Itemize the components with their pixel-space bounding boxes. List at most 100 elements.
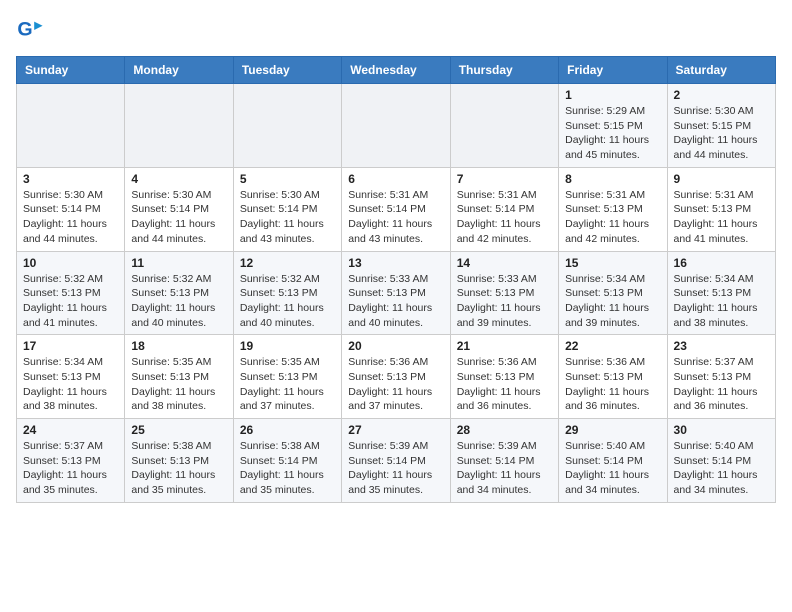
calendar-cell — [450, 84, 558, 168]
day-number: 15 — [565, 256, 660, 270]
day-info: Sunrise: 5:30 AM Sunset: 5:15 PM Dayligh… — [674, 104, 769, 163]
day-info: Sunrise: 5:29 AM Sunset: 5:15 PM Dayligh… — [565, 104, 660, 163]
calendar-cell: 21 Sunrise: 5:36 AM Sunset: 5:13 PM Dayli… — [450, 335, 558, 419]
calendar-cell: 26 Sunrise: 5:38 AM Sunset: 5:14 PM Dayli… — [233, 419, 341, 503]
calendar-cell: 25 Sunrise: 5:38 AM Sunset: 5:13 PM Dayli… — [125, 419, 233, 503]
calendar-cell: 22 Sunrise: 5:36 AM Sunset: 5:13 PM Dayli… — [559, 335, 667, 419]
calendar-cell: 30 Sunrise: 5:40 AM Sunset: 5:14 PM Dayli… — [667, 419, 775, 503]
day-number: 2 — [674, 88, 769, 102]
day-info: Sunrise: 5:33 AM Sunset: 5:13 PM Dayligh… — [457, 272, 552, 331]
calendar-cell — [17, 84, 125, 168]
calendar-cell: 3Sunrise: 5:30 AM Sunset: 5:14 PM Daylig… — [17, 167, 125, 251]
day-info: Sunrise: 5:39 AM Sunset: 5:14 PM Dayligh… — [457, 439, 552, 498]
calendar-cell: 28 Sunrise: 5:39 AM Sunset: 5:14 PM Dayli… — [450, 419, 558, 503]
day-info: Sunrise: 5:39 AM Sunset: 5:14 PM Dayligh… — [348, 439, 443, 498]
day-number: 28 — [457, 423, 552, 437]
week-row-2: 3Sunrise: 5:30 AM Sunset: 5:14 PM Daylig… — [17, 167, 776, 251]
day-number: 25 — [131, 423, 226, 437]
calendar-cell: 10 Sunrise: 5:32 AM Sunset: 5:13 PM Dayli… — [17, 251, 125, 335]
calendar-cell: 16Sunrise: 5:34 AM Sunset: 5:13 PM Dayli… — [667, 251, 775, 335]
day-number: 10 — [23, 256, 118, 270]
week-row-5: 24 Sunrise: 5:37 AM Sunset: 5:13 PM Dayli… — [17, 419, 776, 503]
calendar-cell: 9 Sunrise: 5:31 AM Sunset: 5:13 PM Daylig… — [667, 167, 775, 251]
calendar-cell: 5Sunrise: 5:30 AM Sunset: 5:14 PM Daylig… — [233, 167, 341, 251]
day-info: Sunrise: 5:40 AM Sunset: 5:14 PM Dayligh… — [565, 439, 660, 498]
logo: G — [16, 16, 48, 44]
calendar-cell — [233, 84, 341, 168]
day-number: 5 — [240, 172, 335, 186]
day-number: 4 — [131, 172, 226, 186]
day-number: 26 — [240, 423, 335, 437]
day-number: 30 — [674, 423, 769, 437]
day-info: Sunrise: 5:33 AM Sunset: 5:13 PM Dayligh… — [348, 272, 443, 331]
day-number: 29 — [565, 423, 660, 437]
calendar-cell: 12 Sunrise: 5:32 AM Sunset: 5:13 PM Dayli… — [233, 251, 341, 335]
calendar-cell: 14 Sunrise: 5:33 AM Sunset: 5:13 PM Dayli… — [450, 251, 558, 335]
week-row-4: 17Sunrise: 5:34 AM Sunset: 5:13 PM Dayli… — [17, 335, 776, 419]
day-number: 24 — [23, 423, 118, 437]
day-info: Sunrise: 5:34 AM Sunset: 5:13 PM Dayligh… — [23, 355, 118, 414]
day-header-wednesday: Wednesday — [342, 57, 450, 84]
day-info: Sunrise: 5:30 AM Sunset: 5:14 PM Dayligh… — [131, 188, 226, 247]
calendar-cell: 20 Sunrise: 5:36 AM Sunset: 5:13 PM Dayli… — [342, 335, 450, 419]
day-info: Sunrise: 5:36 AM Sunset: 5:13 PM Dayligh… — [565, 355, 660, 414]
calendar-cell: 1 Sunrise: 5:29 AM Sunset: 5:15 PM Daylig… — [559, 84, 667, 168]
logo-icon: G — [16, 16, 44, 44]
day-number: 12 — [240, 256, 335, 270]
day-number: 19 — [240, 339, 335, 353]
day-header-monday: Monday — [125, 57, 233, 84]
day-info: Sunrise: 5:35 AM Sunset: 5:13 PM Dayligh… — [131, 355, 226, 414]
day-number: 7 — [457, 172, 552, 186]
day-info: Sunrise: 5:37 AM Sunset: 5:13 PM Dayligh… — [23, 439, 118, 498]
day-number: 18 — [131, 339, 226, 353]
calendar-cell: 15 Sunrise: 5:34 AM Sunset: 5:13 PM Dayli… — [559, 251, 667, 335]
day-info: Sunrise: 5:34 AM Sunset: 5:13 PM Dayligh… — [565, 272, 660, 331]
day-number: 1 — [565, 88, 660, 102]
calendar-cell: 23Sunrise: 5:37 AM Sunset: 5:13 PM Dayli… — [667, 335, 775, 419]
calendar-cell: 11Sunrise: 5:32 AM Sunset: 5:13 PM Dayli… — [125, 251, 233, 335]
calendar-cell: 7 Sunrise: 5:31 AM Sunset: 5:14 PM Daylig… — [450, 167, 558, 251]
day-info: Sunrise: 5:38 AM Sunset: 5:13 PM Dayligh… — [131, 439, 226, 498]
svg-text:G: G — [17, 19, 32, 41]
day-number: 8 — [565, 172, 660, 186]
day-info: Sunrise: 5:31 AM Sunset: 5:13 PM Dayligh… — [565, 188, 660, 247]
calendar-cell: 4 Sunrise: 5:30 AM Sunset: 5:14 PM Daylig… — [125, 167, 233, 251]
week-row-1: 1 Sunrise: 5:29 AM Sunset: 5:15 PM Daylig… — [17, 84, 776, 168]
day-info: Sunrise: 5:34 AM Sunset: 5:13 PM Dayligh… — [674, 272, 769, 331]
day-info: Sunrise: 5:36 AM Sunset: 5:13 PM Dayligh… — [348, 355, 443, 414]
calendar-cell — [125, 84, 233, 168]
day-header-saturday: Saturday — [667, 57, 775, 84]
day-number: 21 — [457, 339, 552, 353]
day-header-sunday: Sunday — [17, 57, 125, 84]
day-info: Sunrise: 5:31 AM Sunset: 5:14 PM Dayligh… — [348, 188, 443, 247]
day-number: 27 — [348, 423, 443, 437]
day-number: 22 — [565, 339, 660, 353]
calendar-cell: 6 Sunrise: 5:31 AM Sunset: 5:14 PM Daylig… — [342, 167, 450, 251]
calendar-cell — [342, 84, 450, 168]
calendar-cell: 2 Sunrise: 5:30 AM Sunset: 5:15 PM Daylig… — [667, 84, 775, 168]
day-number: 9 — [674, 172, 769, 186]
calendar-cell: 18 Sunrise: 5:35 AM Sunset: 5:13 PM Dayli… — [125, 335, 233, 419]
day-number: 23 — [674, 339, 769, 353]
day-number: 20 — [348, 339, 443, 353]
day-info: Sunrise: 5:36 AM Sunset: 5:13 PM Dayligh… — [457, 355, 552, 414]
calendar-body: 1 Sunrise: 5:29 AM Sunset: 5:15 PM Daylig… — [17, 84, 776, 503]
day-number: 14 — [457, 256, 552, 270]
calendar-cell: 29 Sunrise: 5:40 AM Sunset: 5:14 PM Dayli… — [559, 419, 667, 503]
day-info: Sunrise: 5:40 AM Sunset: 5:14 PM Dayligh… — [674, 439, 769, 498]
day-info: Sunrise: 5:32 AM Sunset: 5:13 PM Dayligh… — [131, 272, 226, 331]
day-header-friday: Friday — [559, 57, 667, 84]
day-info: Sunrise: 5:32 AM Sunset: 5:13 PM Dayligh… — [240, 272, 335, 331]
calendar-header: SundayMondayTuesdayWednesdayThursdayFrid… — [17, 57, 776, 84]
day-info: Sunrise: 5:31 AM Sunset: 5:13 PM Dayligh… — [674, 188, 769, 247]
calendar-table: SundayMondayTuesdayWednesdayThursdayFrid… — [16, 56, 776, 503]
day-info: Sunrise: 5:38 AM Sunset: 5:14 PM Dayligh… — [240, 439, 335, 498]
calendar-cell: 8 Sunrise: 5:31 AM Sunset: 5:13 PM Daylig… — [559, 167, 667, 251]
day-info: Sunrise: 5:31 AM Sunset: 5:14 PM Dayligh… — [457, 188, 552, 247]
day-number: 6 — [348, 172, 443, 186]
calendar-cell: 17Sunrise: 5:34 AM Sunset: 5:13 PM Dayli… — [17, 335, 125, 419]
calendar-cell: 27 Sunrise: 5:39 AM Sunset: 5:14 PM Dayli… — [342, 419, 450, 503]
day-info: Sunrise: 5:32 AM Sunset: 5:13 PM Dayligh… — [23, 272, 118, 331]
day-header-tuesday: Tuesday — [233, 57, 341, 84]
day-number: 13 — [348, 256, 443, 270]
